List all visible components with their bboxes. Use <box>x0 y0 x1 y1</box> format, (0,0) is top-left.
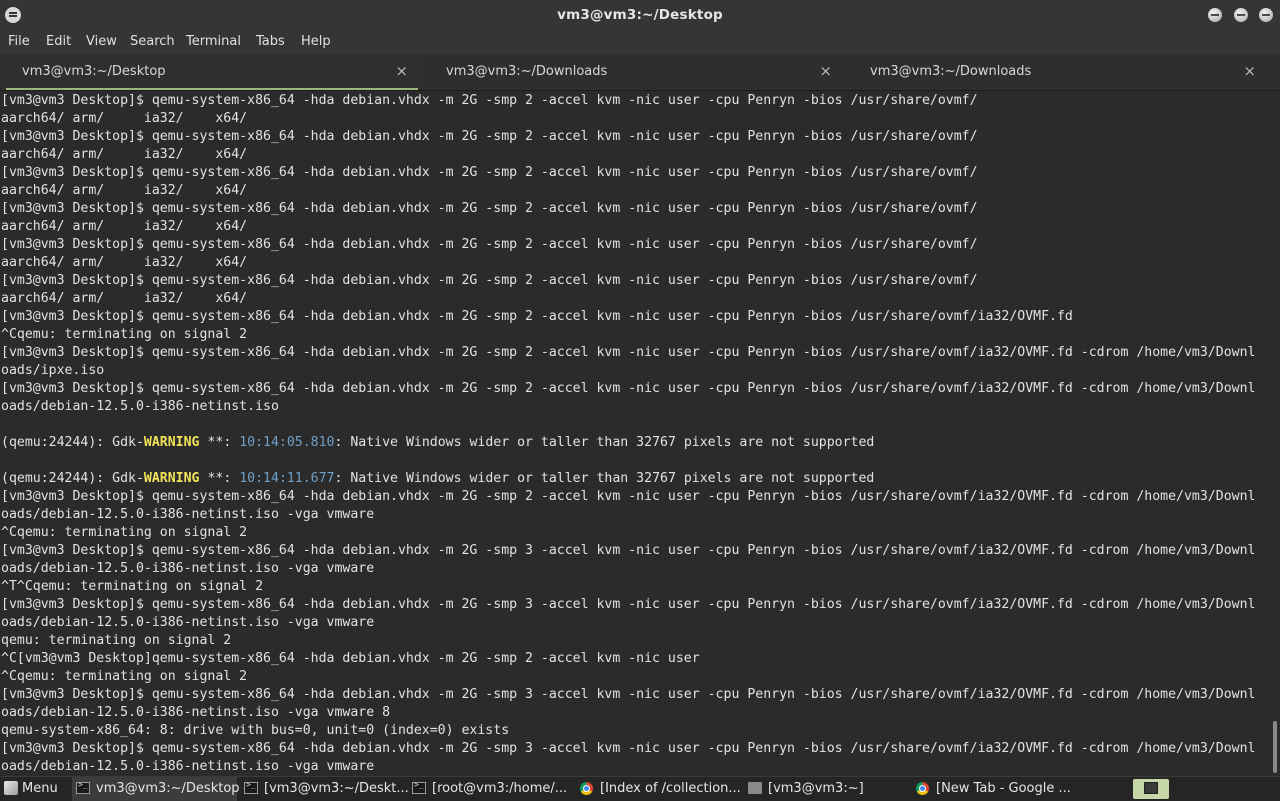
close-tab-icon[interactable]: × <box>819 62 832 80</box>
menu-file[interactable]: File <box>8 34 30 49</box>
terminal-output[interactable]: [vm3@vm3 Desktop]$ qemu-system-x86_64 -h… <box>0 91 1280 776</box>
timestamp: 10:14:11.677 <box>239 471 335 486</box>
terminal-line: [vm3@vm3 Desktop]$ qemu-system-x86_64 -h… <box>1 345 1256 360</box>
title-bar: vm3@vm3:~/Desktop <box>0 0 1280 30</box>
terminal-line: oads/debian-12.5.0-i386-netinst.iso -vga… <box>1 561 375 576</box>
menu-tabs[interactable]: Tabs <box>256 34 285 49</box>
maximize-button[interactable] <box>1234 8 1248 22</box>
menu-terminal[interactable]: Terminal <box>186 34 241 49</box>
terminal-line: qemu: terminating on signal 2 <box>1 633 232 648</box>
taskbar-item-terminal-desktop[interactable]: vm3@vm3:~/Desktop <box>72 777 240 801</box>
taskbar-item-terminal-root[interactable]: [root@vm3:/home/... <box>408 777 573 801</box>
folder-icon <box>748 782 762 794</box>
terminal-line: aarch64/ arm/ ia32/ x64/ <box>1 111 248 126</box>
minimize-button[interactable] <box>1208 8 1222 22</box>
terminal-line: ^T^Cqemu: terminating on signal 2 <box>1 579 264 594</box>
close-tab-icon[interactable]: × <box>1243 62 1256 80</box>
scrollbar[interactable] <box>1270 91 1280 776</box>
terminal-line: [vm3@vm3 Desktop]$ qemu-system-x86_64 -h… <box>1 741 1256 756</box>
terminal-icon <box>244 780 258 794</box>
terminal-line: oads/debian-12.5.0-i386-netinst.iso -vga… <box>1 705 391 720</box>
terminal-line: [vm3@vm3 Desktop]$ qemu-system-x86_64 -h… <box>1 201 978 216</box>
terminal-line: ^Cqemu: terminating on signal 2 <box>1 669 248 684</box>
taskbar-item-label: [vm3@vm3:~] <box>768 781 864 796</box>
close-window-button[interactable] <box>1259 8 1273 22</box>
tab-label: vm3@vm3:~/Desktop <box>22 64 166 79</box>
taskbar-item-label: [Index of /collection... <box>600 781 741 796</box>
taskbar-item-label: [New Tab - Google ... <box>936 781 1071 796</box>
taskbar-item-browser-newtab[interactable]: [New Tab - Google ... <box>912 777 1077 801</box>
terminal-icon <box>76 780 90 794</box>
terminal-line: aarch64/ arm/ ia32/ x64/ <box>1 219 248 234</box>
tab-downloads-1[interactable]: vm3@vm3:~/Downloads × <box>424 54 848 90</box>
terminal-line: aarch64/ arm/ ia32/ x64/ <box>1 183 248 198</box>
warning-label: WARNING <box>143 471 200 486</box>
terminal-icon <box>412 780 426 794</box>
menu-help[interactable]: Help <box>301 34 331 49</box>
menu-search[interactable]: Search <box>130 34 175 49</box>
terminal-line: [vm3@vm3 Desktop]$ qemu-system-x86_64 -h… <box>1 489 1256 504</box>
terminal-line: qemu-system-x86_64: 8: drive with bus=0,… <box>1 723 510 738</box>
terminal-line: [vm3@vm3 Desktop]$ qemu-system-x86_64 -h… <box>1 597 1256 612</box>
terminal-line: oads/ipxe.iso <box>1 363 105 378</box>
tab-label: vm3@vm3:~/Downloads <box>446 64 608 79</box>
warning-label: WARNING <box>143 435 200 450</box>
timestamp: 10:14:05.810 <box>239 435 335 450</box>
menu-icon <box>4 781 18 795</box>
chrome-icon <box>916 782 929 795</box>
tab-label: vm3@vm3:~/Downloads <box>870 64 1032 79</box>
taskbar-item-label: [vm3@vm3:~/Deskt... <box>264 781 409 796</box>
terminal-line: oads/debian-12.5.0-i386-netinst.iso -vga… <box>1 615 375 630</box>
terminal-line: (qemu:24244): Gdk-WARNING **: 10:14:05.8… <box>1 435 875 450</box>
terminal-line: aarch64/ arm/ ia32/ x64/ <box>1 255 248 270</box>
terminal-line: ^Cqemu: terminating on signal 2 <box>1 525 248 540</box>
tray-terminal-button[interactable] <box>1133 779 1169 799</box>
menu-label: Menu <box>22 781 58 796</box>
taskbar-item-label: vm3@vm3:~/Desktop <box>96 781 240 796</box>
tab-bar: vm3@vm3:~/Desktop × vm3@vm3:~/Downloads … <box>0 54 1280 91</box>
terminal-line: [vm3@vm3 Desktop]$ qemu-system-x86_64 -h… <box>1 543 1256 558</box>
terminal-line: oads/debian-12.5.0-i386-netinst.iso -vga… <box>1 759 375 774</box>
terminal-line: oads/debian-12.5.0-i386-netinst.iso -vga… <box>1 507 375 522</box>
terminal-line: oads/debian-12.5.0-i386-netinst.iso <box>1 399 279 414</box>
terminal-line: [vm3@vm3 Desktop]$ qemu-system-x86_64 -h… <box>1 129 978 144</box>
terminal-text: [vm3@vm3 Desktop]$ qemu-system-x86_64 -h… <box>1 92 1255 776</box>
taskbar-item-terminal-2[interactable]: [vm3@vm3:~/Deskt... <box>240 777 409 801</box>
terminal-line: [vm3@vm3 Desktop]$ qemu-system-x86_64 -h… <box>1 381 1256 396</box>
taskbar-item-file-manager[interactable]: [vm3@vm3:~] <box>744 777 909 801</box>
terminal-line: [vm3@vm3 Desktop]$ qemu-system-x86_64 -h… <box>1 237 978 252</box>
tab-downloads-2[interactable]: vm3@vm3:~/Downloads × <box>848 54 1272 90</box>
terminal-line: (qemu:24244): Gdk-WARNING **: 10:14:11.6… <box>1 471 875 486</box>
terminal-line: [vm3@vm3 Desktop]$ qemu-system-x86_64 -h… <box>1 93 978 108</box>
close-tab-icon[interactable]: × <box>395 62 408 80</box>
menu-edit[interactable]: Edit <box>46 34 71 49</box>
tab-desktop[interactable]: vm3@vm3:~/Desktop × <box>0 54 424 90</box>
taskbar-item-label: [root@vm3:/home/... <box>432 781 568 796</box>
terminal-line: aarch64/ arm/ ia32/ x64/ <box>1 147 248 162</box>
terminal-line: [vm3@vm3 Desktop]$ qemu-system-x86_64 -h… <box>1 273 978 288</box>
window-title: vm3@vm3:~/Desktop <box>557 7 723 23</box>
terminal-line: aarch64/ arm/ ia32/ x64/ <box>1 291 248 306</box>
chrome-icon <box>580 782 593 795</box>
taskbar-item-browser-index[interactable]: [Index of /collection... <box>576 777 741 801</box>
terminal-line: ^C[vm3@vm3 Desktop]qemu-system-x86_64 -h… <box>1 651 700 666</box>
terminal-line: [vm3@vm3 Desktop]$ qemu-system-x86_64 -h… <box>1 687 1256 702</box>
tray-terminal-icon <box>1144 782 1158 794</box>
terminal-line: ^Cqemu: terminating on signal 2 <box>1 327 248 342</box>
terminal-line: [vm3@vm3 Desktop]$ qemu-system-x86_64 -h… <box>1 165 978 180</box>
scrollbar-thumb[interactable] <box>1273 721 1277 773</box>
taskbar: Menu vm3@vm3:~/Desktop [vm3@vm3:~/Deskt.… <box>0 776 1280 801</box>
menu-bar: File Edit View Search Terminal Tabs Help <box>0 30 1280 54</box>
start-menu-button[interactable]: Menu <box>0 777 70 801</box>
terminal-line: [vm3@vm3 Desktop]$ qemu-system-x86_64 -h… <box>1 309 1073 324</box>
menu-view[interactable]: View <box>86 34 117 49</box>
